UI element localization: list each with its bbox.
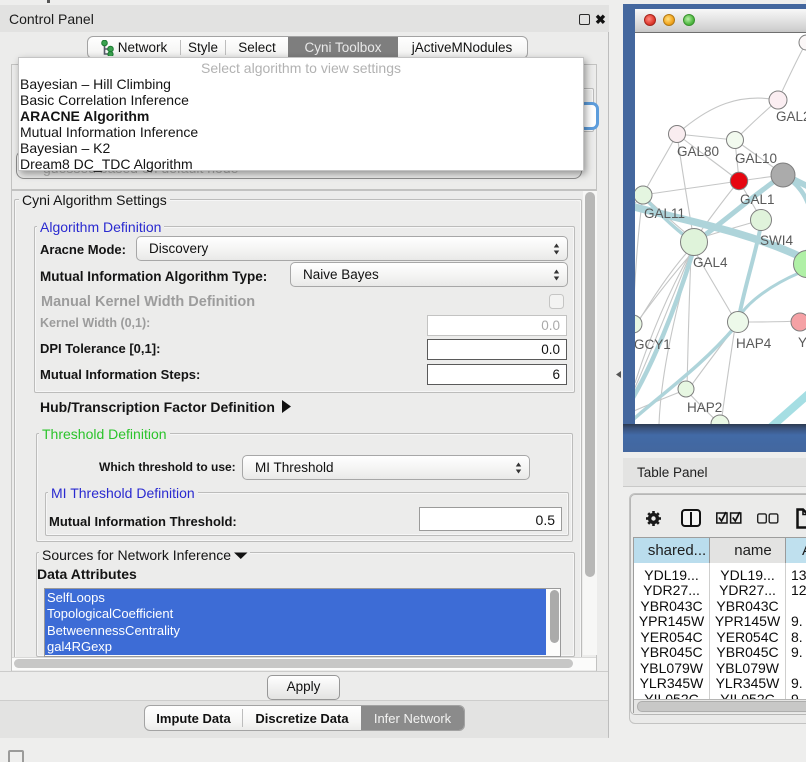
svg-text:GAL2: GAL2 — [776, 109, 806, 124]
svg-text:GCY1: GCY1 — [635, 337, 671, 352]
svg-text:GAL80: GAL80 — [677, 144, 719, 159]
svg-text:GAL4: GAL4 — [693, 255, 728, 270]
svg-text:Y: Y — [798, 335, 806, 350]
svg-text:GAL10: GAL10 — [735, 151, 777, 166]
svg-text:GAL11: GAL11 — [644, 206, 685, 221]
svg-text:GAL1: GAL1 — [740, 192, 775, 207]
svg-text:HAP2: HAP2 — [687, 400, 722, 415]
svg-text:SWI4: SWI4 — [760, 233, 793, 248]
svg-text:HAP4: HAP4 — [736, 336, 772, 351]
